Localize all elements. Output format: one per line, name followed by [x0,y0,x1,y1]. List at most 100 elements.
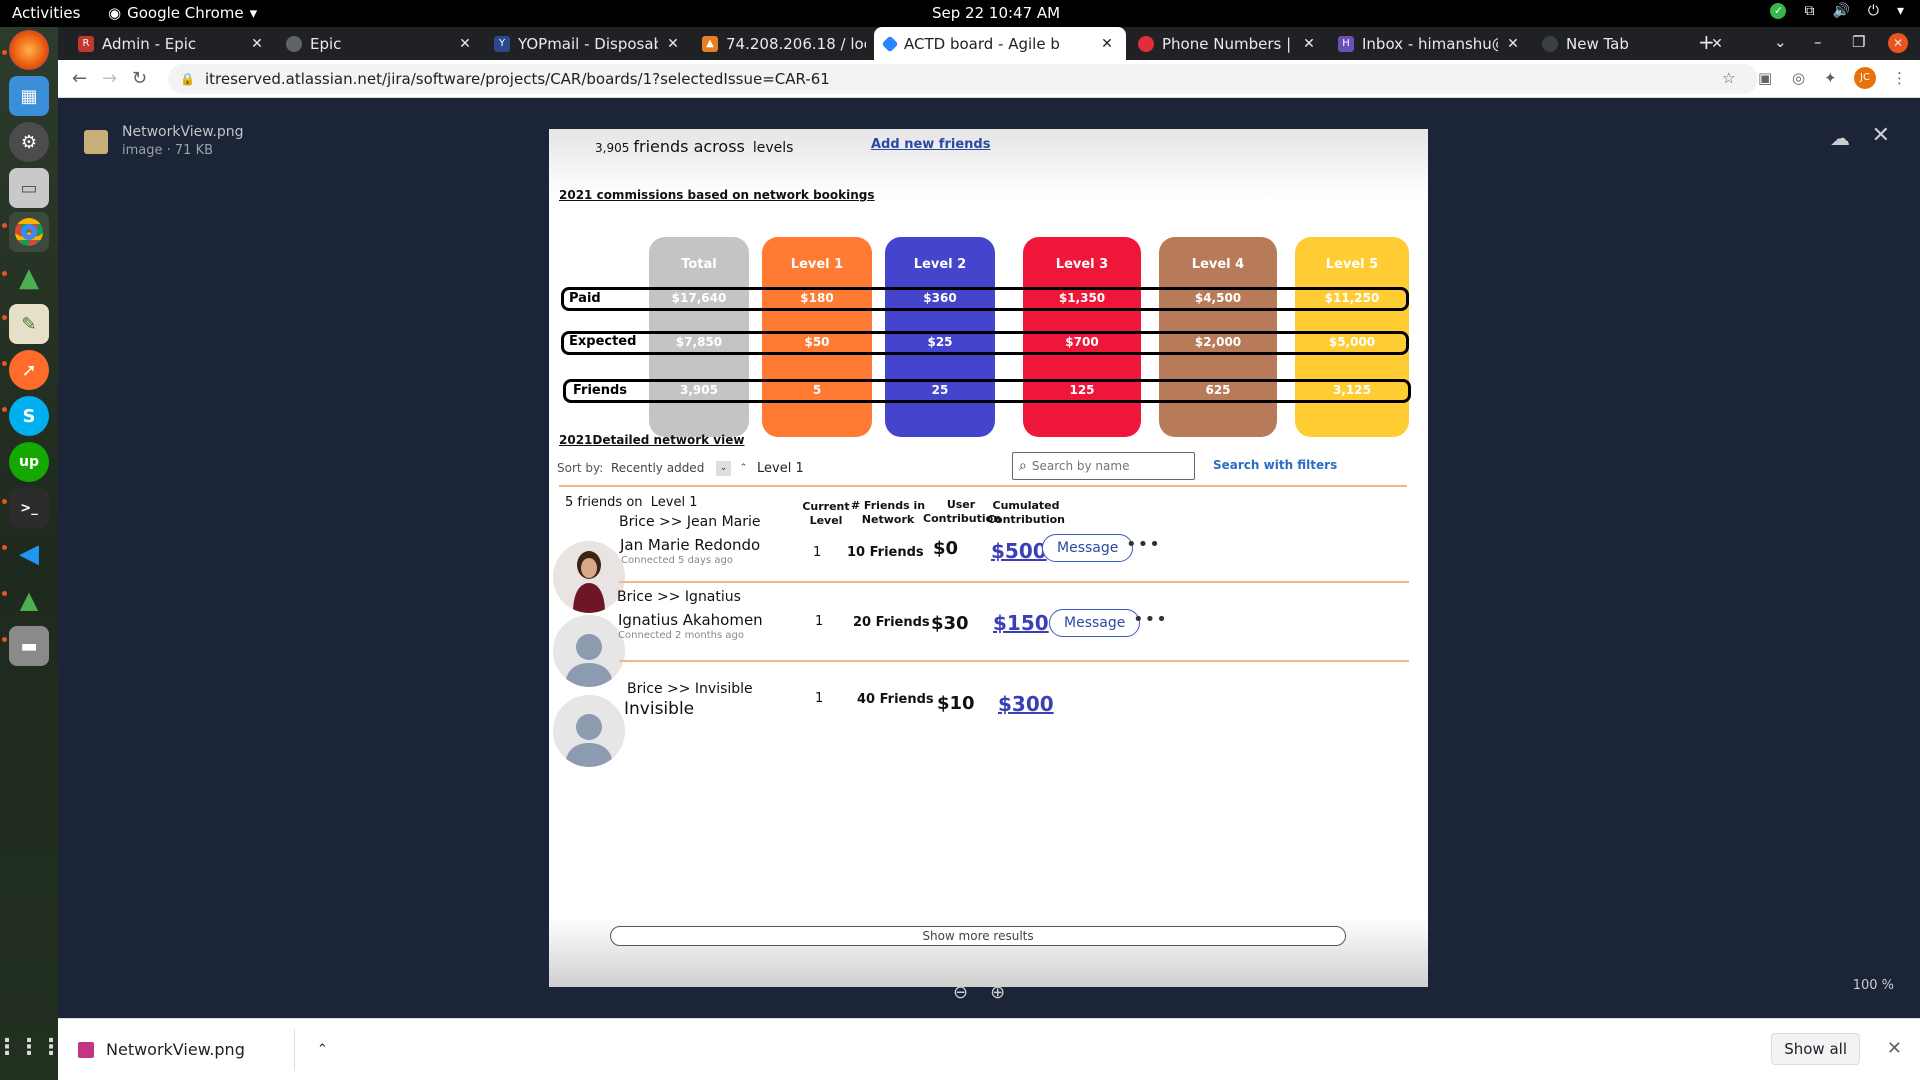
avatar[interactable] [553,615,625,687]
address-bar[interactable]: 🔒 itreserved.atlassian.net/jira/software… [168,64,1758,94]
friends-summary: 3,905 friends across levels [595,137,793,156]
more-options-icon[interactable]: ••• [1126,534,1161,555]
avatar[interactable] [553,541,625,613]
volume-icon[interactable]: 🔊 [1832,3,1849,19]
skype-icon[interactable]: S [9,396,49,436]
files-icon[interactable]: ▭ [9,168,49,208]
rocket-app-icon[interactable]: ▲ [9,580,49,620]
reload-icon[interactable]: ↻ [132,68,147,89]
calendar-icon[interactable]: ▦ [9,76,49,116]
firefox-icon[interactable] [9,30,49,70]
back-arrow-icon[interactable]: ← [72,68,87,89]
show-more-results-button[interactable]: Show more results [610,926,1346,946]
close-icon[interactable]: ✕ [456,36,474,52]
cumulated-contribution-link[interactable]: $300 [998,692,1054,716]
profile-avatar[interactable]: JC [1854,67,1876,89]
system-tray[interactable]: ✓ ⧉ 🔊 ⏻ ▾ [1770,3,1904,19]
default-user-icon [553,615,625,687]
tab-admin-epic[interactable]: R Admin - Epic ✕ [68,27,276,60]
app-menu[interactable]: ◉ Google Chrome ▾ [108,4,257,22]
tab-actd-board[interactable]: ACTD board - Agile b ✕ [874,27,1126,60]
clock[interactable]: Sep 22 10:47 AM [932,4,1060,22]
camera-extension-icon[interactable]: ▣ [1758,69,1772,87]
cumulated-contribution-link[interactable]: $500 [991,539,1047,563]
download-item[interactable]: NetworkView.png ⌃ [78,1040,328,1059]
friends-on-count: 5 friends on [565,495,643,510]
tab-label: Admin - Epic [102,34,197,53]
postman-icon[interactable]: ➚ [9,350,49,390]
restore-icon[interactable]: ❐ [1852,33,1865,51]
cumulated-contribution-link[interactable]: $150 [993,611,1049,635]
search-input[interactable] [1031,459,1182,473]
kebab-menu-icon[interactable]: ⋮ [1892,69,1907,87]
more-options-icon[interactable]: ••• [1133,609,1168,630]
close-icon[interactable]: ✕ [1887,1038,1902,1059]
close-icon[interactable]: ✕ [1872,123,1890,148]
chevron-down-icon[interactable]: ▾ [1897,3,1904,19]
friends-in-network-value: 20 Friends [853,615,930,630]
download-bar: NetworkView.png ⌃ Show all ✕ [58,1018,1920,1080]
close-icon[interactable]: ✕ [664,36,682,52]
bookmark-star-icon[interactable]: ☆ [1722,69,1735,87]
folder-icon[interactable]: ▬ [9,626,49,666]
collapse-down-icon[interactable]: ⌄ [716,461,731,476]
search-box[interactable]: ⌕ [1012,452,1195,480]
settings-icon[interactable]: ⚙ [9,122,49,162]
terminal-icon[interactable]: >_ [9,488,49,528]
download-file-name: NetworkView.png [106,1040,245,1059]
update-check-icon[interactable]: ✓ [1770,3,1787,19]
message-button[interactable]: Message [1049,609,1141,637]
tab-search-icon[interactable]: ⌄ [1774,33,1787,51]
close-icon[interactable]: ✕ [1098,36,1116,52]
zoom-out-icon[interactable]: ⊖ [953,982,968,1003]
running-indicator [2,223,7,228]
friends-on-level-name: Level 1 [650,495,698,510]
upwork-icon[interactable]: up [9,442,49,482]
forward-arrow-icon[interactable]: → [102,68,117,89]
add-new-friends-link[interactable]: Add new friends [871,137,990,152]
new-tab-plus-icon[interactable]: + [1698,30,1715,54]
window-close-icon[interactable]: ✕ [1888,33,1908,53]
current-level-value: 1 [813,545,822,560]
tab-phpmyadmin[interactable]: ▲ 74.208.206.18 / local ✕ [692,27,900,60]
friends-row-outline [563,379,1411,403]
sort-dropdown[interactable]: Recently added ▾ [611,461,722,475]
running-indicator [2,361,7,366]
chevron-up-icon[interactable]: ⌃ [317,1042,328,1057]
minimize-icon[interactable]: – [1814,33,1822,51]
puzzle-icon[interactable]: ✦ [1824,69,1837,87]
activities-button[interactable]: Activities [12,4,80,22]
close-icon[interactable]: ✕ [1504,36,1522,52]
vscode-icon[interactable]: ◀ [9,534,49,574]
running-indicator [2,407,7,412]
zoom-in-icon[interactable]: ⊕ [990,982,1005,1003]
show-all-button[interactable]: Show all [1771,1033,1860,1065]
avatar[interactable] [553,695,625,767]
person-name[interactable]: Invisible [624,699,694,719]
paid-row-label: Paid [569,291,601,306]
tab-inbox[interactable]: H Inbox - himanshu@ ✕ [1328,27,1532,60]
chrome-icon[interactable] [9,212,49,252]
close-icon[interactable]: ✕ [1300,36,1318,52]
download-cloud-icon[interactable]: ☁ [1830,126,1850,150]
expand-up-icon[interactable]: ⌃ [736,461,751,476]
ubuntu-dock: ▦ ⚙ ▭ ▲ ✎ ➚ S up >_ ◀ ▲ ▬ ⋮⋮⋮ [0,27,62,1080]
tab-twilio[interactable]: Phone Numbers | Tw ✕ [1128,27,1328,60]
extension-icon[interactable]: ◎ [1792,69,1805,87]
search-with-filters-link[interactable]: Search with filters [1213,458,1337,472]
lock-icon[interactable]: 🔒 [180,72,195,86]
app-grid-icon[interactable]: ⋮⋮⋮ [0,1027,62,1067]
editor-icon[interactable]: ✎ [9,304,49,344]
power-icon[interactable]: ⏻ [1868,3,1879,19]
column-title: Level 2 [913,257,967,272]
tab-label: 74.208.206.18 / local [726,34,866,53]
close-icon[interactable]: ✕ [248,36,266,52]
person-name[interactable]: Ignatius Akahomen [618,611,763,629]
level-filter[interactable]: Level 1 [757,461,804,476]
rocket-app-icon[interactable]: ▲ [9,258,49,298]
message-button[interactable]: Message [1042,534,1134,562]
network-icon[interactable]: ⧉ [1804,3,1814,19]
tab-yopmail[interactable]: Y YOPmail - Disposable ✕ [484,27,692,60]
person-name[interactable]: Jan Marie Redondo [620,536,760,554]
tab-epic[interactable]: Epic ✕ [276,27,484,60]
